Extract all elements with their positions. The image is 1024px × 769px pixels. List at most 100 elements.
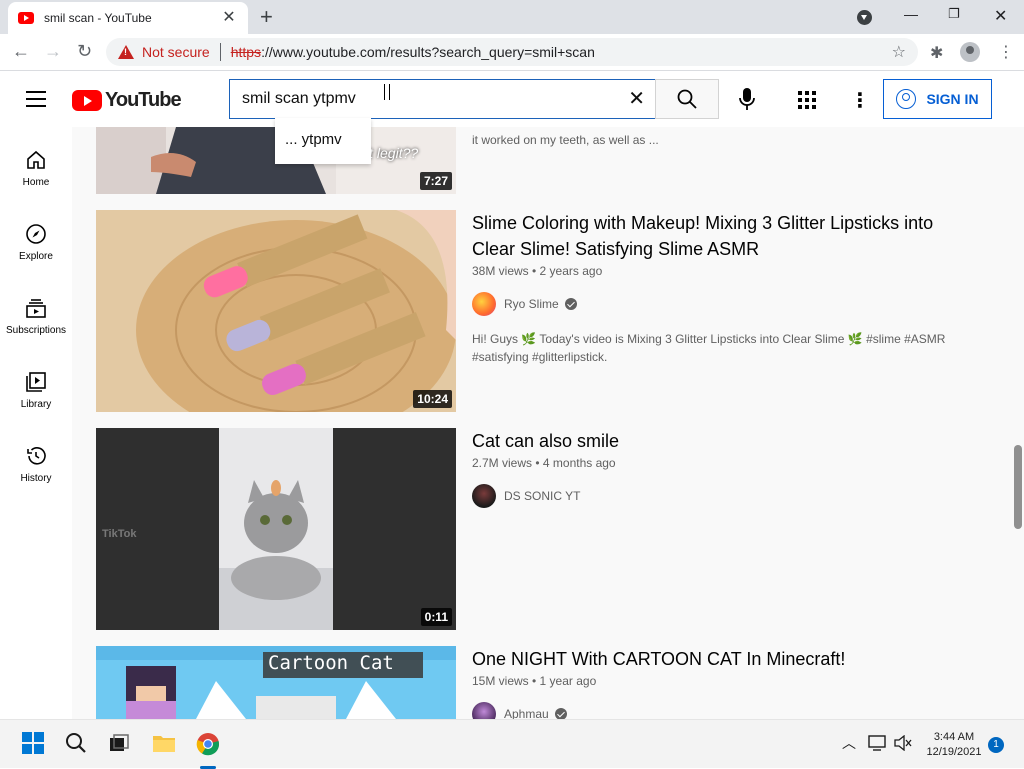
- new-tab-button[interactable]: +: [260, 6, 273, 28]
- video-title-line: Clear Slime! Satisfying Slime ASMR: [472, 239, 760, 259]
- video-thumbnail[interactable]: 10:24: [96, 210, 456, 412]
- search-suggestion[interactable]: ... ytpmv: [275, 118, 371, 164]
- verified-badge-icon: [554, 708, 567, 719]
- video-duration: 7:27: [419, 172, 452, 190]
- taskbar-search-icon[interactable]: [65, 732, 87, 754]
- compass-icon: [26, 224, 46, 244]
- bookmark-star-icon[interactable]: ☆: [892, 42, 906, 62]
- sidebar-item-label: Home: [22, 177, 50, 188]
- video-title[interactable]: One NIGHT With CARTOON CAT In Minecraft!: [472, 646, 952, 672]
- search-button[interactable]: [655, 79, 719, 119]
- video-duration: 10:24: [413, 390, 452, 408]
- sidebar-item-label: Subscriptions: [5, 325, 67, 336]
- settings-more-icon[interactable]: ⋮: [850, 88, 870, 113]
- clock-date: 12/19/2021: [926, 746, 982, 758]
- restore-button[interactable]: ❐: [948, 6, 960, 22]
- video-metadata: 38M views • 2 years ago: [472, 264, 603, 278]
- windows-taskbar: ︿ 3:44 AM 12/19/2021 1: [0, 719, 1024, 769]
- youtube-header: YouTube smil scan ytpmv ✕ ⋮ SIGN IN: [0, 71, 1024, 127]
- notification-badge[interactable]: 1: [988, 737, 1004, 753]
- video-title[interactable]: Slime Coloring with Makeup! Mixing 3 Gli…: [472, 210, 952, 262]
- network-icon[interactable]: [868, 735, 886, 751]
- sidebar-item-library[interactable]: Library: [0, 371, 72, 410]
- sidebar-item-home[interactable]: Home: [0, 149, 72, 188]
- video-thumbnail[interactable]: Cartoon Cat: [96, 646, 456, 719]
- youtube-logo[interactable]: YouTube: [72, 89, 182, 112]
- sidebar-item-subscriptions[interactable]: Subscriptions: [0, 297, 72, 336]
- channel-avatar[interactable]: [472, 292, 496, 316]
- verified-badge-icon: [564, 298, 577, 310]
- thumbnail-caption: Cartoon Cat: [268, 652, 394, 674]
- channel-name[interactable]: DS SONIC YT: [504, 489, 580, 503]
- task-view-icon[interactable]: [108, 732, 130, 754]
- tab-title: smil scan - YouTube: [44, 11, 152, 25]
- sidebar-item-label: Library: [20, 399, 52, 410]
- profile-avatar-icon[interactable]: [960, 42, 980, 62]
- channel-name[interactable]: Aphmau: [504, 707, 549, 719]
- video-title[interactable]: Cat can also smile: [472, 428, 952, 454]
- channel-link[interactable]: Aphmau: [472, 702, 567, 719]
- tab-search-icon[interactable]: [857, 10, 872, 25]
- reload-button[interactable]: ↻: [77, 41, 92, 61]
- youtube-favicon-icon: [18, 12, 34, 24]
- forward-button[interactable]: →: [44, 41, 62, 61]
- channel-avatar[interactable]: [472, 484, 496, 508]
- back-button[interactable]: ←: [12, 41, 30, 61]
- search-icon: [677, 89, 697, 109]
- warning-icon: [118, 45, 134, 59]
- microphone-icon[interactable]: [737, 87, 757, 111]
- thumbnail-image: [96, 428, 456, 630]
- clock-time: 3:44 AM: [933, 731, 975, 743]
- video-thumbnail[interactable]: TikTok 0:11: [96, 428, 456, 630]
- sidebar-item-history[interactable]: History: [0, 445, 72, 484]
- sidebar-item-label: History: [20, 473, 52, 484]
- thumbnail-image: [96, 210, 456, 412]
- sign-in-label: SIGN IN: [926, 91, 979, 107]
- close-window-button[interactable]: ✕: [994, 6, 1007, 26]
- taskbar-clock[interactable]: 3:44 AM 12/19/2021: [922, 730, 986, 760]
- channel-link[interactable]: DS SONIC YT: [472, 484, 580, 508]
- volume-muted-icon[interactable]: [894, 735, 912, 751]
- search-input-value: smil scan ytpmv: [242, 90, 356, 107]
- apps-grid-icon[interactable]: [798, 91, 816, 109]
- clear-search-icon[interactable]: ✕: [628, 88, 645, 110]
- browser-menu-icon[interactable]: ⋮: [998, 42, 1014, 62]
- sidebar-item-label: Explore: [19, 251, 53, 262]
- account-icon: [896, 89, 917, 109]
- extensions-icon[interactable]: ✱: [930, 43, 943, 63]
- mini-guide-sidebar: Home Explore Subscriptions Library Histo…: [0, 127, 72, 719]
- url-text: ://www.youtube.com/results?search_query=…: [261, 44, 595, 60]
- close-tab-icon[interactable]: ✕: [220, 9, 238, 27]
- file-explorer-icon[interactable]: [152, 732, 176, 754]
- channel-avatar[interactable]: [472, 702, 496, 719]
- minimize-button[interactable]: —: [904, 6, 918, 22]
- page-scrollbar[interactable]: [1014, 445, 1022, 529]
- security-label[interactable]: Not secure: [142, 44, 210, 60]
- address-bar[interactable]: Not secure https://www.youtube.com/resul…: [106, 38, 918, 66]
- video-description: it worked on my teeth, as well as ...: [472, 133, 659, 147]
- hamburger-menu-icon[interactable]: [26, 91, 46, 107]
- library-icon: [26, 372, 46, 392]
- sidebar-item-explore[interactable]: Explore: [0, 223, 72, 262]
- show-hidden-icons-chevron-icon[interactable]: ︿: [842, 733, 856, 753]
- video-description-line: Hi! Guys 🌿 Today's video is Mixing 3 Gli…: [472, 332, 946, 346]
- browser-tab[interactable]: smil scan - YouTube ✕: [8, 2, 248, 34]
- browser-toolbar: ← → ↻ Not secure https://www.youtube.com…: [0, 34, 1024, 71]
- start-button-icon[interactable]: [22, 732, 44, 754]
- channel-name[interactable]: Ryo Slime: [504, 297, 559, 311]
- logo-text: YouTube: [105, 89, 182, 111]
- subscriptions-icon: [26, 299, 46, 318]
- channel-link[interactable]: Ryo Slime: [472, 292, 577, 316]
- chrome-icon[interactable]: [196, 732, 220, 756]
- url-scheme: https: [230, 44, 262, 60]
- video-duration: 0:11: [420, 608, 452, 626]
- home-icon: [27, 150, 45, 169]
- video-metadata: 2.7M views • 4 months ago: [472, 456, 616, 470]
- search-input[interactable]: smil scan ytpmv ✕: [229, 79, 655, 119]
- browser-tab-strip: smil scan - YouTube ✕ + — ❐ ✕: [0, 0, 1024, 34]
- video-description-line: #satisfying #glitterlipstick.: [472, 350, 608, 364]
- video-description: Hi! Guys 🌿 Today's video is Mixing 3 Gli…: [472, 330, 962, 366]
- divider: [219, 43, 221, 61]
- text-cursor: [384, 84, 390, 100]
- sign-in-button[interactable]: SIGN IN: [883, 79, 992, 119]
